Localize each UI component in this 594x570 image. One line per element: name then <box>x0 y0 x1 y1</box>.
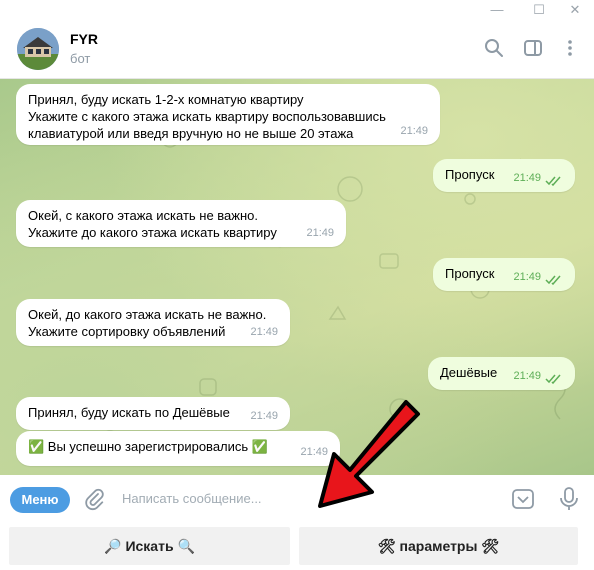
chat-header: FYR бот <box>0 22 594 79</box>
message-text: Принял, буду искать 1-2-х комнатую кварт… <box>28 92 304 107</box>
chat-subtitle: бот <box>70 51 91 66</box>
reply-keyboard: 🔎 Искать 🔍 🛠 параметры 🛠 <box>0 523 594 570</box>
outgoing-message[interactable]: Дешёвые 21:49 <box>428 357 575 390</box>
incoming-message[interactable]: Окей, с какого этажа искать не важно. Ук… <box>16 200 346 247</box>
message-text: Укажите сортировку объявлений <box>28 324 226 339</box>
message-time: 21:49 <box>513 370 541 382</box>
microphone-icon[interactable] <box>557 486 581 512</box>
message-text: Окей, с какого этажа искать не важно. <box>28 208 259 223</box>
outgoing-message[interactable]: Пропуск 21:49 <box>433 159 575 192</box>
double-check-icon <box>545 176 561 186</box>
incoming-message[interactable]: ✅ Вы успешно зарегистрировались ✅ 21:49 <box>16 431 340 466</box>
sidebar-icon[interactable] <box>521 36 545 60</box>
incoming-message[interactable]: Принял, буду искать по Дешёвые 21:49 <box>16 397 290 430</box>
incoming-message[interactable]: Принял, буду искать 1-2-х комнатую кварт… <box>16 84 440 145</box>
message-list[interactable]: Принял, буду искать 1-2-х комнатую кварт… <box>0 79 594 475</box>
message-text: Укажите с какого этажа искать квартиру в… <box>28 109 386 124</box>
attach-icon[interactable] <box>82 487 106 511</box>
incoming-message[interactable]: Окей, до какого этажа искать не важно. У… <box>16 299 290 346</box>
maximize-icon[interactable]: ☐ <box>524 0 554 22</box>
message-time: 21:49 <box>250 326 278 338</box>
chat-title[interactable]: FYR <box>70 31 98 47</box>
message-text: Окей, до какого этажа искать не важно. <box>28 307 267 322</box>
message-time: 21:49 <box>306 227 334 239</box>
keyboard-icon[interactable] <box>511 487 535 511</box>
message-time: 21:49 <box>250 410 278 422</box>
red-arrow <box>318 400 420 508</box>
avatar[interactable] <box>17 28 59 70</box>
message-text: Укажите до какого этажа искать квартиру <box>28 225 277 240</box>
message-time: 21:49 <box>513 271 541 283</box>
parameters-keyboard-button[interactable]: 🛠 параметры 🛠 <box>299 527 578 565</box>
message-text: Принял, буду искать по Дешёвые <box>28 405 230 420</box>
search-icon[interactable] <box>482 36 506 60</box>
double-check-icon <box>545 275 561 285</box>
double-check-icon <box>545 374 561 384</box>
message-composer: Меню Написать сообщение... <box>0 475 594 523</box>
outgoing-message[interactable]: Пропуск 21:49 <box>433 258 575 291</box>
message-time: 21:49 <box>513 172 541 184</box>
search-keyboard-button[interactable]: 🔎 Искать 🔍 <box>9 527 290 565</box>
minimize-icon[interactable]: — <box>482 0 512 22</box>
close-icon[interactable]: ✕ <box>560 0 590 22</box>
message-text: клавиатурой или введя вручную но не выше… <box>28 126 354 141</box>
menu-button[interactable]: Меню <box>10 487 70 513</box>
message-time: 21:49 <box>400 125 428 137</box>
message-input[interactable]: Написать сообщение... <box>122 491 262 506</box>
more-icon[interactable] <box>558 36 582 60</box>
window-titlebar: — ☐ ✕ <box>0 0 594 22</box>
message-text: ✅ Вы успешно зарегистрировались ✅ <box>28 439 268 454</box>
